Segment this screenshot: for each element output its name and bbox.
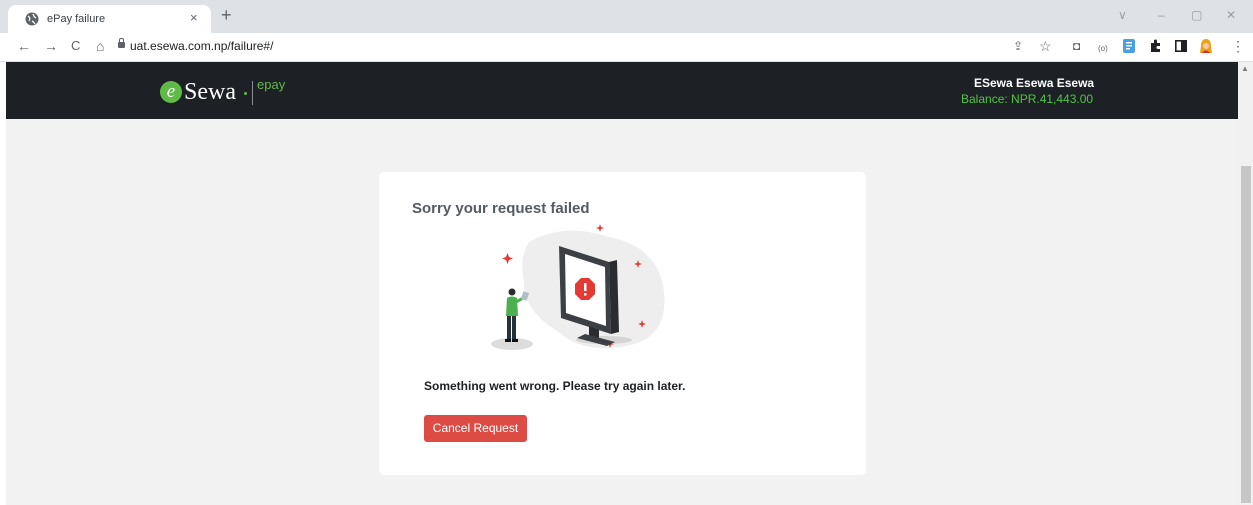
tab-title: ePay failure (47, 13, 106, 25)
profile-avatar[interactable] (1199, 38, 1213, 54)
page-viewport: e Sewa epay ESewa Esewa Esewa Balance: N… (6, 62, 1238, 505)
restore-button[interactable]: ▢ (1191, 6, 1202, 24)
tab-epay-failure[interactable]: ePay failure × (8, 5, 211, 33)
radio-extension-icon[interactable]: (o) (1098, 41, 1108, 57)
error-message: Something went wrong. Please try again l… (424, 379, 686, 393)
tab-search-icon[interactable]: ∨ (1118, 6, 1127, 24)
balance-text: Balance: NPR.41,443.00 (961, 92, 1094, 106)
globe-icon (25, 12, 39, 26)
logo-dot (244, 92, 247, 95)
close-window-button[interactable]: ✕ (1226, 6, 1236, 24)
cancel-request-button[interactable]: Cancel Request (424, 415, 527, 442)
new-tab-button[interactable]: + (221, 5, 232, 25)
reload-button[interactable]: C (71, 37, 80, 55)
failure-title: Sorry your request failed (412, 200, 590, 217)
user-name: ESewa Esewa Esewa (974, 76, 1095, 90)
esewa-logo-mark: e (160, 81, 182, 103)
puzzle-extensions-icon[interactable] (1149, 39, 1162, 53)
bookmark-star-icon[interactable]: ☆ (1039, 38, 1052, 54)
scrollbar-thumb[interactable] (1241, 166, 1251, 503)
scroll-up-arrow-icon[interactable]: ▲ (1241, 64, 1249, 74)
epay-label: epay (257, 77, 286, 92)
browser-toolbar: ← → C ⌂ uat.esewa.com.np/failure#/ ⇪ ☆ ◘… (0, 33, 1253, 62)
address-bar[interactable]: uat.esewa.com.np/failure#/ (130, 38, 273, 54)
browser-menu-icon[interactable]: ⋮ (1231, 38, 1245, 54)
side-panel-icon[interactable] (1175, 40, 1187, 52)
minimize-button[interactable]: – (1158, 6, 1165, 24)
back-button[interactable]: ← (17, 37, 31, 55)
esewa-logo-text: Sewa (184, 79, 236, 105)
browser-window: ePay failure × + ∨ – ▢ ✕ ← → C ⌂ uat.ese… (0, 0, 1253, 505)
document-extension-icon[interactable] (1123, 39, 1135, 53)
camera-icon[interactable]: ◘ (1073, 38, 1080, 54)
esewa-header: e Sewa epay ESewa Esewa Esewa Balance: N… (6, 62, 1238, 119)
error-monitor-illustration (491, 224, 665, 350)
logo-divider (252, 81, 253, 105)
failure-card: Sorry your request failed Something went… (379, 172, 866, 475)
lock-icon (118, 38, 125, 48)
share-icon[interactable]: ⇪ (1013, 38, 1023, 54)
tab-close-icon[interactable]: × (190, 10, 198, 26)
home-button[interactable]: ⌂ (96, 37, 104, 55)
tab-strip: ePay failure × + ∨ – ▢ ✕ (0, 0, 1253, 33)
forward-button[interactable]: → (44, 37, 58, 55)
